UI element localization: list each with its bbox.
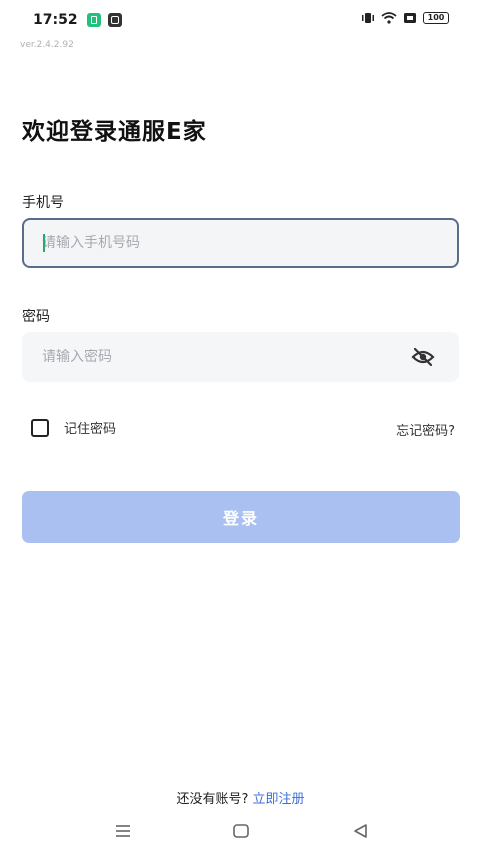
home-icon[interactable] (232, 823, 250, 839)
system-nav-bar (0, 815, 481, 855)
remember-password[interactable]: 记住密码 (31, 418, 116, 437)
status-bar: 17:52 100 (0, 0, 481, 40)
password-input[interactable] (22, 349, 459, 365)
login-button[interactable]: 登录 (22, 491, 460, 543)
text-caret (43, 234, 45, 252)
phone-input[interactable] (24, 235, 457, 251)
password-input-box[interactable] (22, 332, 459, 382)
eye-off-icon[interactable] (411, 346, 435, 368)
status-icons: 100 (361, 12, 449, 24)
phone-input-box[interactable] (22, 218, 459, 268)
forgot-password-link[interactable]: 忘记密码? (396, 420, 455, 439)
register-link[interactable]: 立即注册 (252, 792, 304, 807)
back-icon[interactable] (352, 823, 370, 839)
register-prompt: 还没有账号? 立即注册 (0, 788, 481, 807)
password-label: 密码 (22, 309, 50, 325)
battery-icon: 100 (423, 12, 449, 24)
remember-checkbox[interactable] (31, 418, 49, 437)
wifi-icon (381, 12, 397, 24)
register-prompt-text: 还没有账号? (176, 792, 249, 807)
status-time: 17:52 (33, 12, 78, 28)
page-title: 欢迎登录通服E家 (22, 119, 207, 145)
dark-notification-icon (108, 13, 122, 27)
remember-label: 记住密码 (64, 422, 117, 437)
green-notification-icon (87, 13, 101, 27)
app-version: ver.2.4.2.92 (20, 40, 74, 50)
menu-icon[interactable] (114, 823, 132, 839)
phone-label: 手机号 (22, 195, 64, 211)
sim-icon (404, 13, 416, 23)
vibrate-icon (362, 13, 374, 23)
